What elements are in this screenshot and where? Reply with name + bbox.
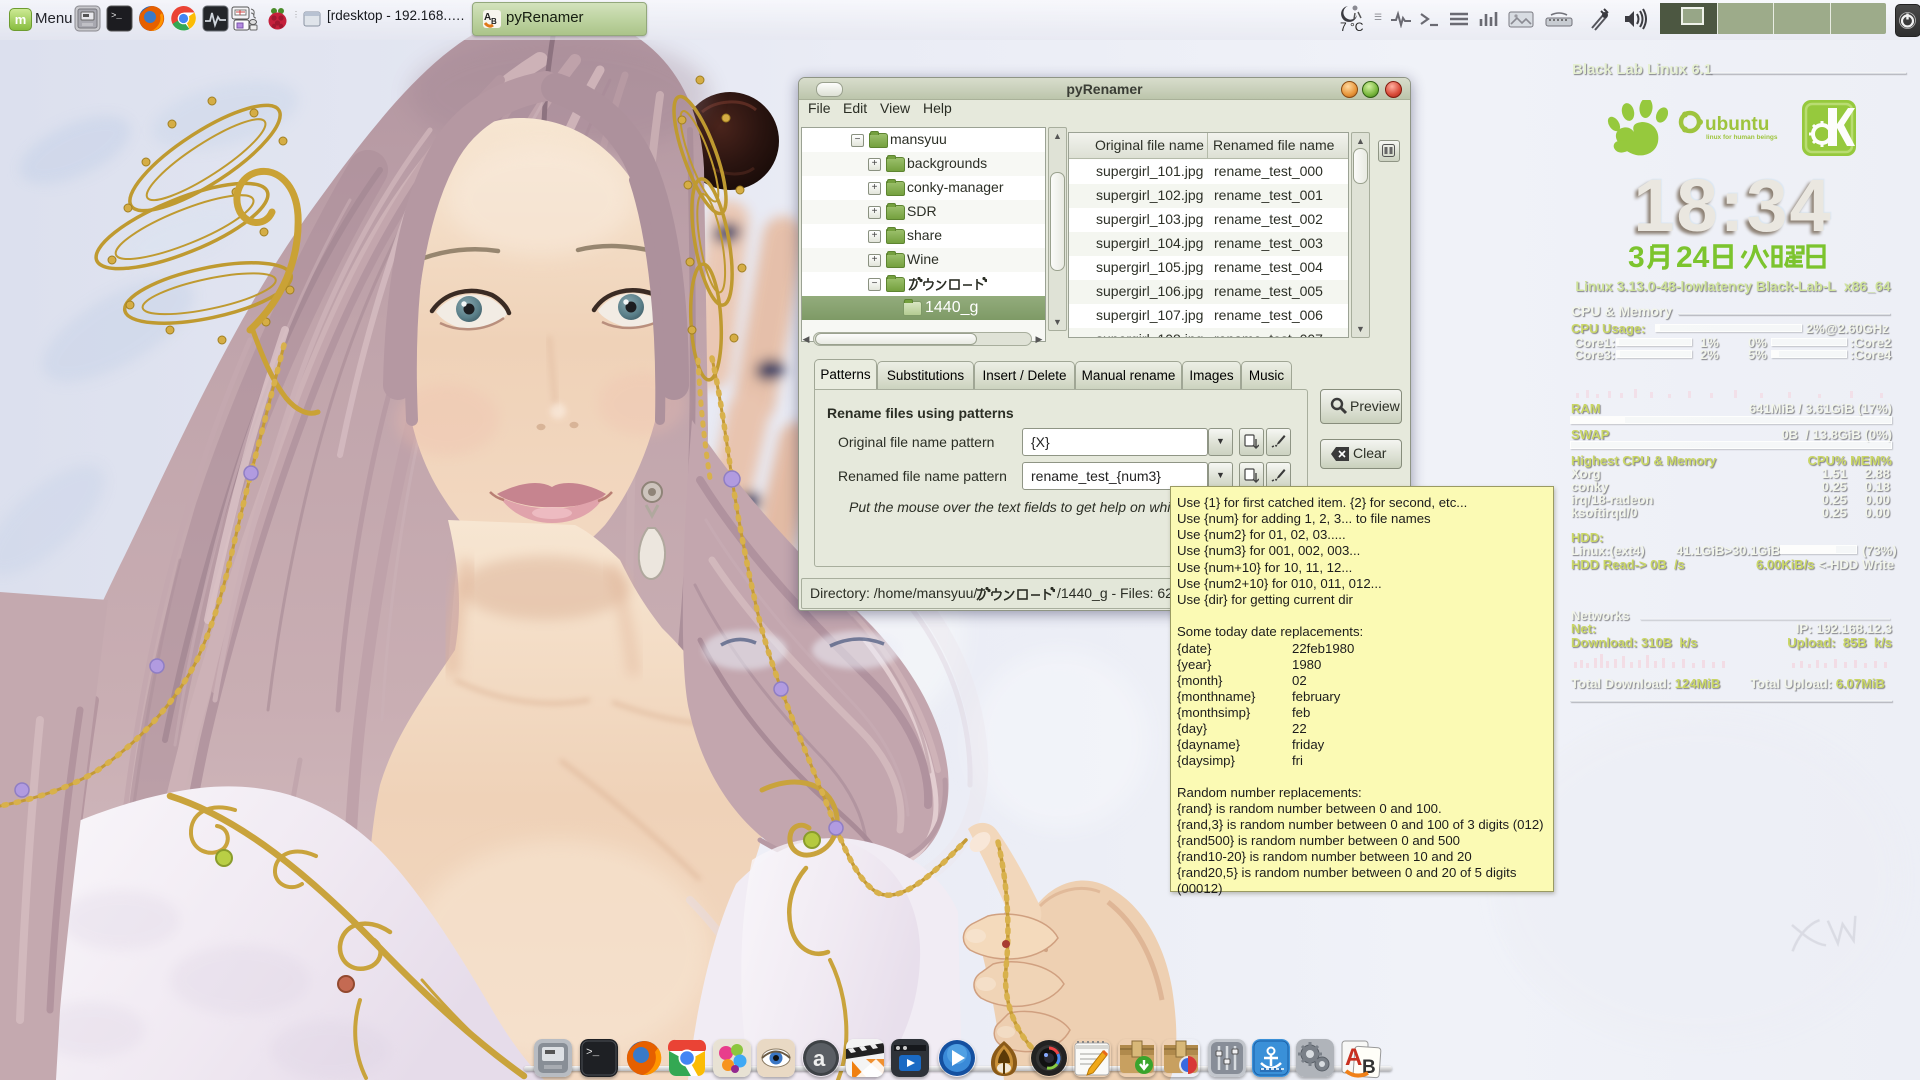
svg-text:>_: >_	[111, 11, 122, 21]
svg-text:ubuntu: ubuntu	[1705, 114, 1769, 135]
svg-text:A: A	[1345, 1044, 1362, 1071]
svg-text:linux for human beings: linux for human beings	[1706, 134, 1778, 141]
svg-text:a: a	[813, 1046, 826, 1071]
svg-text:>_: >_	[586, 1047, 600, 1059]
svg-text:24: 24	[1676, 241, 1710, 272]
svg-text:3: 3	[1628, 241, 1645, 272]
